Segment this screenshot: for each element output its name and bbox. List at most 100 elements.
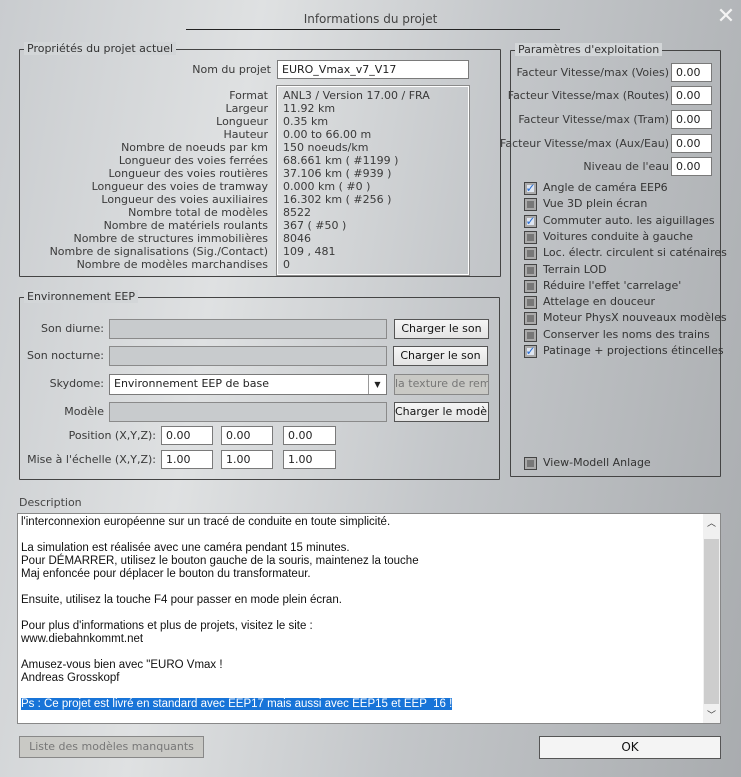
property-value: 109 , 481 bbox=[283, 245, 336, 258]
night-sound-label: Son nocturne: bbox=[27, 349, 104, 362]
property-label: Nombre de noeuds par km bbox=[121, 141, 268, 154]
skydome-label: Skydome: bbox=[49, 377, 104, 390]
day-sound-input[interactable] bbox=[109, 319, 387, 339]
window-title: Informations du projet bbox=[303, 12, 438, 26]
option-label: Commuter auto. les aiguillages bbox=[543, 213, 715, 227]
close-icon[interactable]: ✕ bbox=[716, 6, 736, 28]
property-label: Nombre de modèles marchandises bbox=[76, 258, 268, 271]
project-name-input[interactable]: EURO_Vmax_v7_V17 bbox=[277, 60, 469, 79]
option-checkbox[interactable] bbox=[524, 279, 537, 293]
option-checkbox[interactable] bbox=[524, 328, 537, 342]
skydome-value: Environnement EEP de base bbox=[114, 377, 269, 390]
property-value: 150 noeuds/km bbox=[283, 141, 369, 154]
title-divider bbox=[186, 29, 560, 30]
load-night-sound-button[interactable]: Charger le son bbox=[393, 346, 488, 366]
property-value: ANL3 / Version 17.00 / FRA bbox=[283, 89, 430, 102]
position-y-input[interactable]: 0.00 bbox=[221, 426, 273, 445]
scale-x-input[interactable]: 1.00 bbox=[161, 450, 213, 469]
property-value: 8046 bbox=[283, 232, 311, 245]
description-text: l'interconnexion européenne sur un tracé… bbox=[21, 516, 419, 684]
property-value: 0 bbox=[283, 258, 290, 271]
property-label: Nombre de matériels roulants bbox=[103, 219, 268, 232]
property-label: Longueur des voies auxiliaires bbox=[101, 193, 268, 206]
factor-label: Facteur Vitesse/max (Tram) bbox=[518, 113, 669, 126]
factor-label: Facteur Vitesse/max (Aux/Eau) bbox=[500, 137, 669, 150]
property-label: Nombre total de modèles bbox=[128, 206, 268, 219]
option-checkbox[interactable] bbox=[524, 312, 537, 326]
chevron-down-icon[interactable]: ▼ bbox=[368, 375, 386, 394]
model-label: Modèle bbox=[64, 405, 104, 418]
factor-input[interactable]: 0.00 bbox=[671, 63, 712, 82]
option-checkbox[interactable] bbox=[524, 247, 537, 261]
property-label: Format bbox=[229, 89, 268, 102]
ok-button[interactable]: OK bbox=[539, 736, 721, 759]
day-sound-label: Son diurne: bbox=[41, 322, 104, 335]
scrollbar-thumb[interactable] bbox=[704, 539, 719, 704]
scale-z-input[interactable]: 1.00 bbox=[283, 450, 336, 469]
factor-input[interactable]: 0.00 bbox=[671, 86, 712, 105]
property-value: 11.92 km bbox=[283, 102, 336, 115]
factor-label: Facteur Vitesse/max (Routes) bbox=[507, 89, 669, 102]
scale-label: Mise à l'échelle (X,Y,Z): bbox=[27, 453, 156, 466]
night-sound-input[interactable] bbox=[109, 346, 387, 366]
property-value: 0.35 km bbox=[283, 115, 329, 128]
project-name-label: Nom du projet bbox=[192, 63, 271, 76]
description-label: Description bbox=[19, 496, 82, 509]
model-input[interactable] bbox=[109, 402, 387, 422]
factor-input[interactable]: 0.00 bbox=[671, 157, 712, 176]
property-label: Longueur bbox=[216, 115, 268, 128]
property-label: Longueur des voies de tramway bbox=[91, 180, 268, 193]
property-label: Nombre de structures immobilières bbox=[73, 232, 268, 245]
option-checkbox[interactable] bbox=[524, 230, 537, 244]
option-label: Réduire l'effet 'carrelage' bbox=[543, 278, 682, 292]
property-value: 8522 bbox=[283, 206, 311, 219]
group-legend: Environnement EEP bbox=[24, 290, 139, 303]
option-label: Voitures conduite à gauche bbox=[543, 229, 694, 243]
property-value: 0.000 km ( #0 ) bbox=[283, 180, 371, 193]
option-checkbox[interactable] bbox=[524, 198, 537, 212]
option-checkbox[interactable]: ✓ bbox=[524, 345, 537, 358]
option-label: Moteur PhysX nouveaux modèles bbox=[543, 311, 727, 325]
selected-text: Ps : Ce projet est livré en standard ave… bbox=[21, 698, 453, 710]
property-label: Longueur des voies ferrées bbox=[118, 154, 268, 167]
option-label: Angle de caméra EEP6 bbox=[543, 181, 668, 194]
factor-input[interactable]: 0.00 bbox=[671, 110, 712, 129]
option-label: Loc. électr. circulent si caténaires bbox=[543, 246, 727, 260]
property-label: Longueur des voies routières bbox=[108, 167, 268, 180]
load-model-button[interactable]: Charger le modèle bbox=[394, 402, 489, 422]
option-checkbox[interactable] bbox=[524, 263, 537, 277]
property-value: 37.106 km ( #939 ) bbox=[283, 167, 392, 180]
option-label: Terrain LOD bbox=[543, 262, 607, 276]
missing-models-button[interactable]: Liste des modèles manquants bbox=[19, 736, 204, 758]
property-value: 68.661 km ( #1199 ) bbox=[283, 154, 399, 167]
group-legend: Propriétés du projet actuel bbox=[24, 42, 177, 55]
property-label: Nombre de signalisations (Sig./Contact) bbox=[49, 245, 268, 258]
option-label: Vue 3D plein écran bbox=[543, 197, 648, 211]
property-label: Hauteur bbox=[223, 128, 268, 141]
view-model-checkbox[interactable] bbox=[524, 457, 537, 470]
option-label: Conserver les noms des trains bbox=[543, 327, 710, 341]
position-label: Position (X,Y,Z): bbox=[68, 429, 156, 442]
replacement-texture-button: la texture de rempla bbox=[394, 374, 489, 395]
property-value: 0.00 to 66.00 m bbox=[283, 128, 372, 141]
property-label: Largeur bbox=[225, 102, 268, 115]
option-checkbox[interactable] bbox=[524, 296, 537, 310]
vertical-scrollbar[interactable]: ︿ ﹀ bbox=[703, 514, 720, 723]
factor-label: Facteur Vitesse/max (Voies) bbox=[516, 66, 669, 79]
factor-input[interactable]: 0.00 bbox=[671, 134, 712, 153]
scroll-down-icon[interactable]: ﹀ bbox=[703, 708, 720, 721]
load-day-sound-button[interactable]: Charger le son bbox=[394, 319, 489, 339]
scale-y-input[interactable]: 1.00 bbox=[221, 450, 273, 469]
skydome-select[interactable]: Environnement EEP de base ▼ bbox=[109, 374, 387, 395]
option-label: Patinage + projections étincelles bbox=[543, 344, 724, 357]
factor-label: Niveau de l'eau bbox=[583, 160, 669, 173]
view-model-label: View-Modell Anlage bbox=[543, 456, 651, 469]
option-checkbox[interactable]: ✓ bbox=[524, 182, 537, 195]
scroll-up-icon[interactable]: ︿ bbox=[703, 516, 720, 529]
option-checkbox[interactable]: ✓ bbox=[524, 214, 537, 228]
position-z-input[interactable]: 0.00 bbox=[283, 426, 336, 445]
position-x-input[interactable]: 0.00 bbox=[161, 426, 213, 445]
option-label: Attelage en douceur bbox=[543, 295, 655, 309]
property-value: 367 ( #50 ) bbox=[283, 219, 347, 232]
description-textarea[interactable]: l'interconnexion européenne sur un tracé… bbox=[17, 513, 721, 724]
